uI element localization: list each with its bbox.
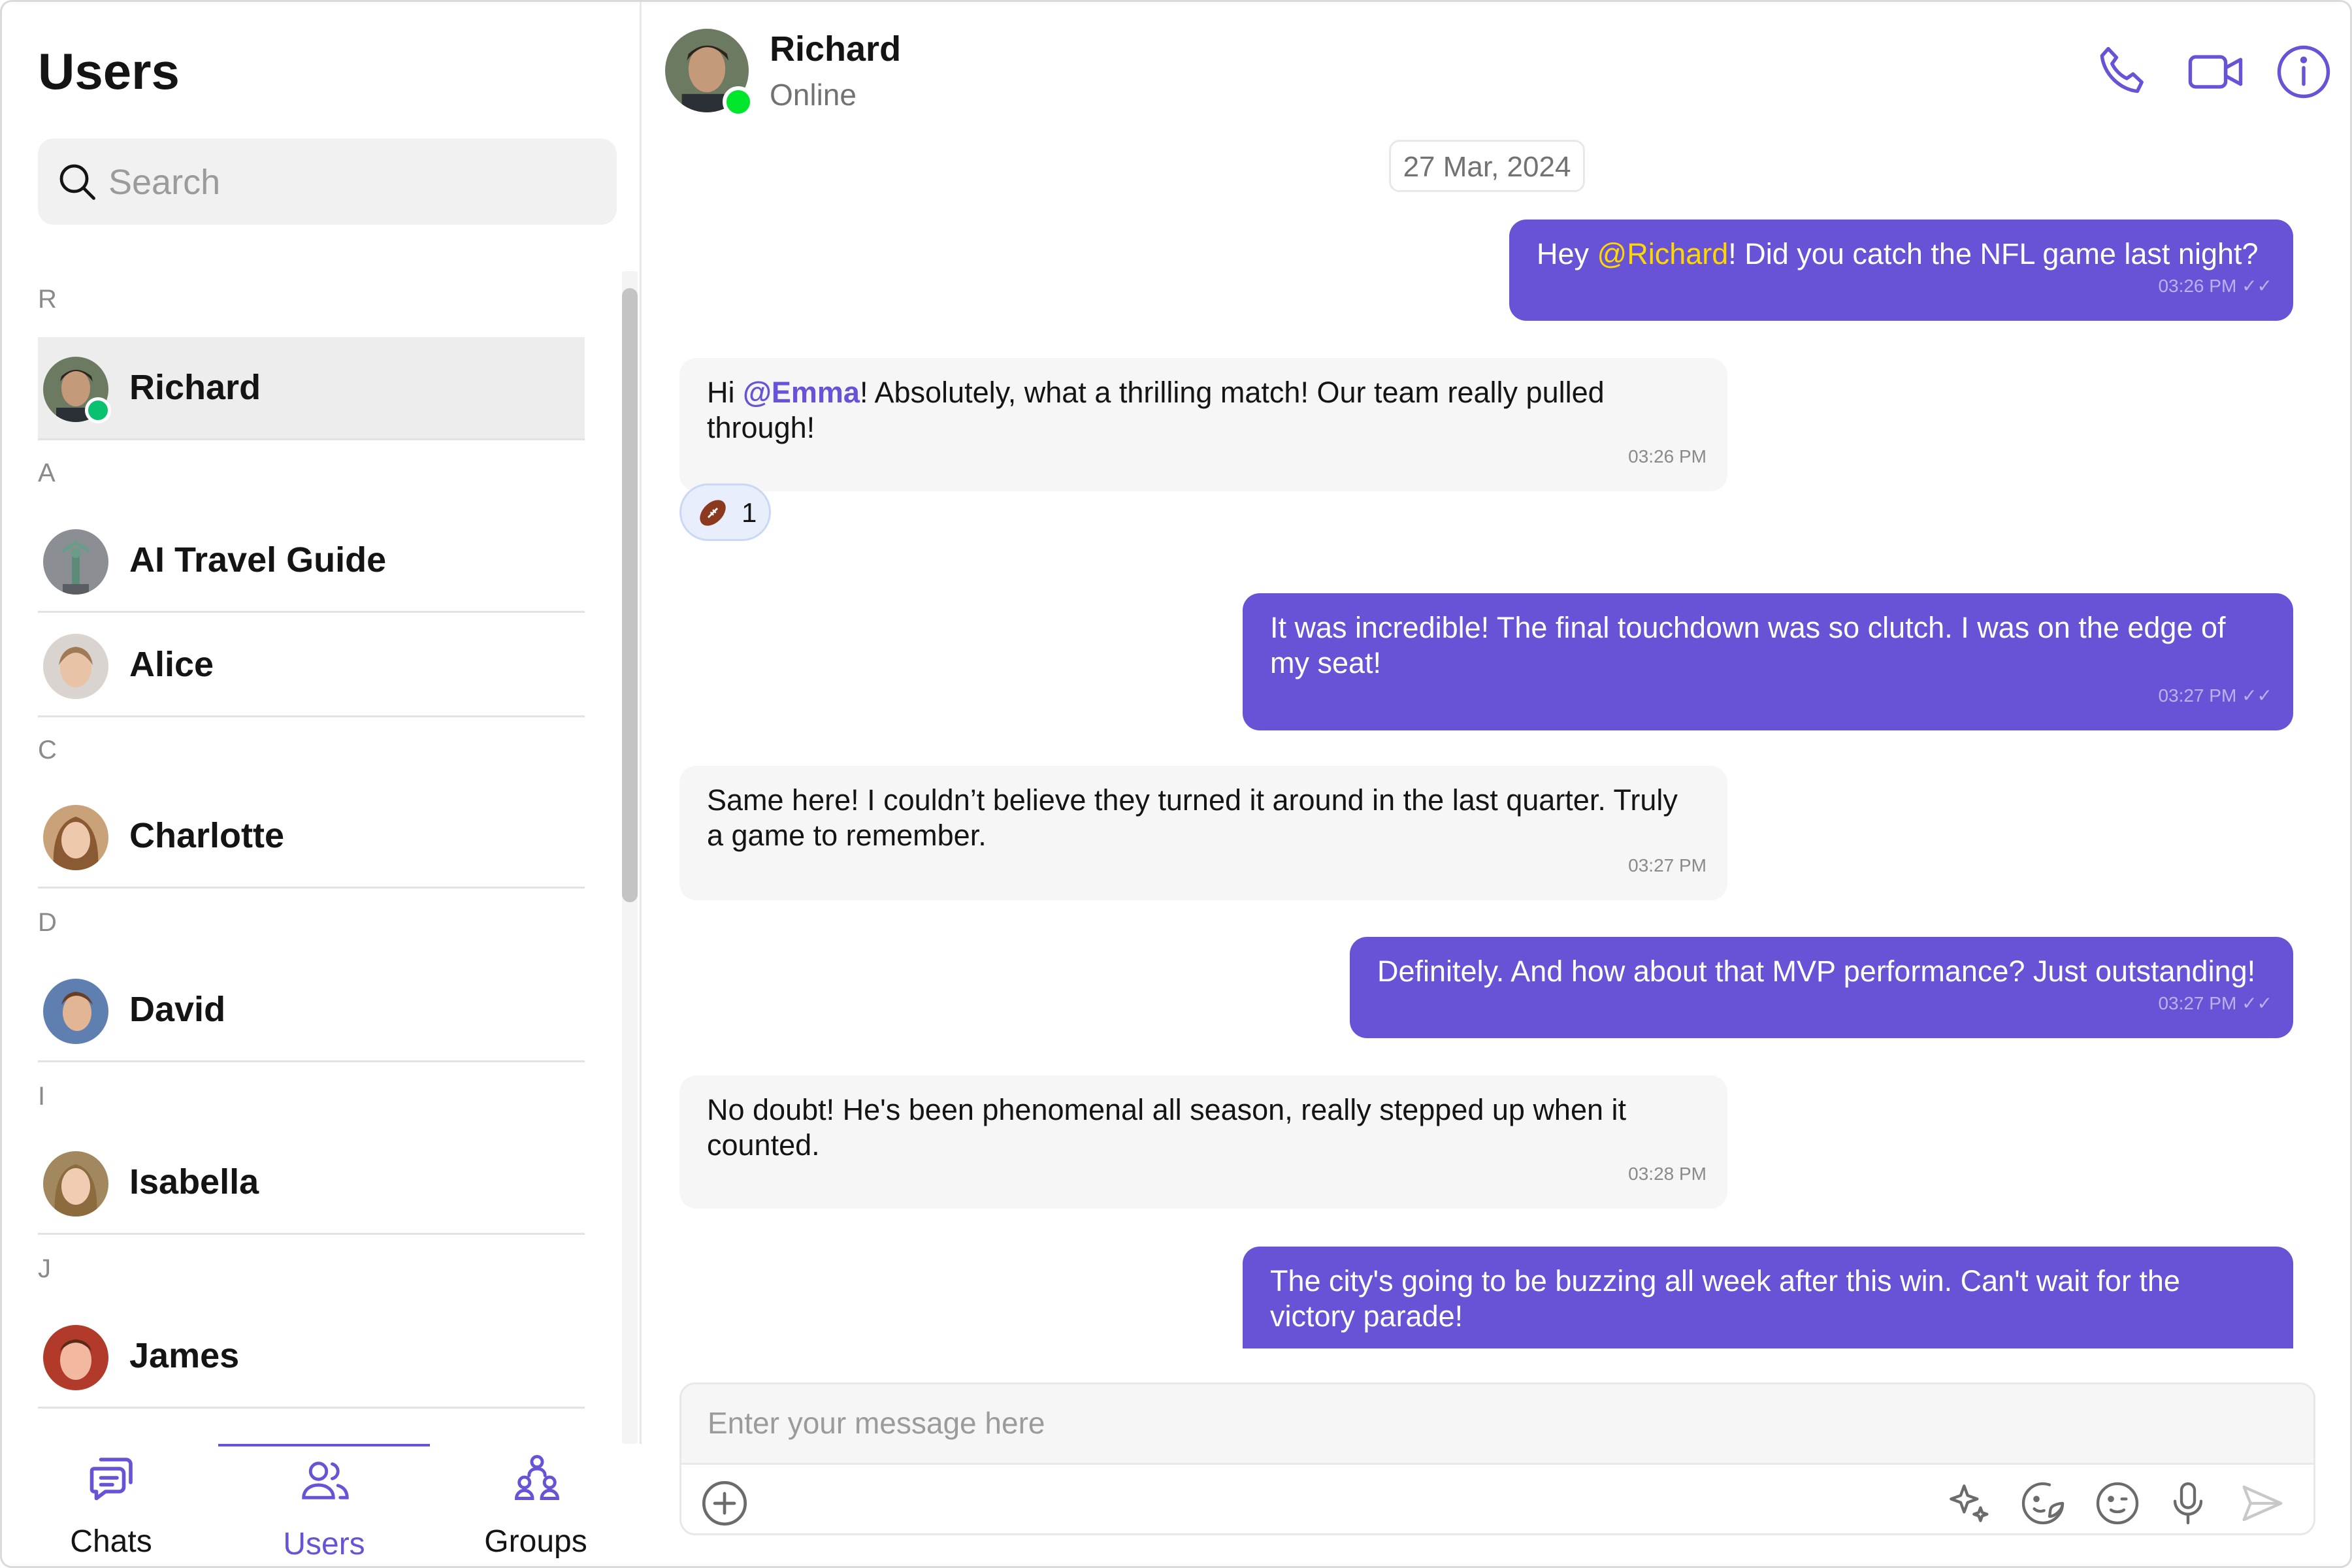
online-indicator — [723, 86, 754, 118]
avatar — [43, 979, 108, 1044]
search-placeholder: Search — [108, 163, 221, 202]
header-user-name: Richard — [770, 29, 902, 69]
user-name: David — [129, 990, 226, 1029]
reaction-chip[interactable]: 1 — [679, 483, 771, 541]
message-meta: 03:26 PM ✓✓ — [2158, 269, 2272, 304]
nav-chats[interactable]: Chats — [5, 1444, 217, 1568]
send-icon[interactable] — [2236, 1477, 2289, 1529]
bottom-navigation: Chats Users Groups — [0, 1444, 642, 1568]
avatar — [43, 634, 108, 699]
message-text: Hi — [707, 376, 743, 409]
user-name: James — [129, 1336, 240, 1375]
chat-app: Users Search R Richard A AI Travel Guide… — [0, 0, 2352, 1568]
message-bubble-outgoing[interactable]: Hey @Richard! Did you catch the NFL game… — [1509, 220, 2293, 321]
user-name: Isabella — [129, 1162, 259, 1201]
section-header-d: D — [38, 908, 57, 937]
sidebar-scrollbar[interactable] — [622, 271, 638, 1444]
message-time: 03:27 PM — [2158, 685, 2237, 706]
section-header-r: R — [38, 285, 57, 314]
microphone-icon[interactable] — [2162, 1477, 2214, 1529]
avatar — [43, 1151, 108, 1217]
message-meta: 03:27 PM ✓✓ — [2158, 678, 2272, 713]
add-icon[interactable] — [698, 1477, 751, 1529]
message-text: Hey — [1537, 237, 1597, 270]
nav-label: Chats — [70, 1524, 152, 1559]
users-icon — [302, 1462, 349, 1499]
ai-sparkle-icon[interactable] — [1942, 1477, 1995, 1529]
avatar — [43, 529, 108, 595]
message-input[interactable]: Enter your message here — [681, 1384, 2313, 1465]
user-item-partial[interactable] — [38, 1432, 585, 1444]
message-text: No doubt! He's been phenomenal all seaso… — [707, 1093, 1627, 1162]
message-text: Definitely. And how about that MVP perfo… — [1377, 955, 2256, 988]
conversation-panel: Richard Online 27 Mar, 2024 Hey @Richard… — [642, 0, 2352, 1568]
search-input[interactable]: Search — [38, 139, 617, 225]
user-item-isabella[interactable]: Isabella — [38, 1132, 585, 1235]
nav-groups[interactable]: Groups — [430, 1444, 642, 1568]
search-icon — [59, 164, 95, 200]
user-name: Alice — [129, 645, 214, 684]
message-time: 03:26 PM — [2158, 276, 2237, 296]
user-item-charlotte[interactable]: Charlotte — [38, 785, 585, 889]
mention[interactable]: @Richard — [1597, 237, 1729, 270]
message-text: Same here! I couldn’t believe they turne… — [707, 783, 1678, 852]
sticker-icon[interactable] — [2017, 1477, 2069, 1529]
message-placeholder: Enter your message here — [708, 1406, 1045, 1440]
date-separator: 27 Mar, 2024 — [1389, 140, 1585, 192]
nav-users[interactable]: Users — [218, 1444, 430, 1568]
message-time: 03:28 PM — [1628, 1164, 1707, 1184]
message-time: 03:26 PM — [1628, 446, 1707, 466]
user-item-david[interactable]: David — [38, 959, 585, 1062]
message-bubble-incoming[interactable]: Same here! I couldn’t believe they turne… — [679, 766, 1727, 900]
user-name: Charlotte — [129, 816, 285, 855]
phone-icon[interactable] — [2093, 39, 2159, 105]
read-receipt-icon: ✓✓ — [2242, 276, 2272, 296]
user-name: Richard — [129, 368, 261, 407]
video-icon[interactable] — [2183, 39, 2249, 105]
read-receipt-icon: ✓✓ — [2242, 685, 2272, 706]
groups-icon — [515, 1455, 559, 1500]
online-indicator — [85, 397, 111, 423]
user-item-alice[interactable]: Alice — [38, 614, 585, 717]
users-list: R Richard A AI Travel Guide Alice C Char… — [0, 268, 614, 1444]
read-receipt-icon: ✓✓ — [2242, 993, 2272, 1013]
nav-label: Users — [283, 1527, 365, 1561]
sidebar-title: Users — [38, 42, 180, 100]
message-time: 03:27 PM — [1628, 855, 1707, 875]
user-item-james[interactable]: James — [38, 1305, 585, 1409]
message-time: 03:27 PM — [2158, 993, 2237, 1013]
info-icon[interactable] — [2271, 39, 2336, 105]
scrollbar-thumb[interactable] — [622, 288, 638, 902]
message-bubble-outgoing[interactable]: Definitely. And how about that MVP perfo… — [1350, 937, 2293, 1038]
message-bubble-outgoing[interactable]: The city's going to be buzzing all week … — [1243, 1247, 2293, 1348]
user-item-richard[interactable]: Richard — [38, 337, 585, 440]
message-bubble-incoming[interactable]: Hi @Emma! Absolutely, what a thrilling m… — [679, 358, 1727, 491]
message-text: ! Did you catch the NFL game last night? — [1728, 237, 2259, 270]
avatar — [43, 1325, 108, 1390]
emoji-icon[interactable] — [2091, 1477, 2144, 1529]
user-name: AI Travel Guide — [129, 540, 387, 580]
nav-label: Groups — [484, 1524, 587, 1559]
user-item-ai-travel-guide[interactable]: AI Travel Guide — [38, 510, 585, 613]
mention[interactable]: @Emma — [743, 376, 860, 409]
message-text: It was incredible! The final touchdown w… — [1270, 611, 2226, 679]
message-meta: 03:27 PM ✓✓ — [2158, 986, 2272, 1021]
section-header-i: I — [38, 1082, 46, 1111]
section-header-a: A — [38, 459, 56, 487]
section-header-c: C — [38, 736, 57, 764]
chats-icon — [90, 1458, 133, 1501]
message-composer: Enter your message here — [679, 1382, 2315, 1535]
message-text: The city's going to be buzzing all week … — [1270, 1264, 2180, 1333]
header-user-status: Online — [770, 78, 857, 112]
message-bubble-incoming[interactable]: No doubt! He's been phenomenal all seaso… — [679, 1075, 1727, 1209]
avatar — [43, 805, 108, 870]
american-football-icon — [700, 500, 726, 526]
section-header-j: J — [38, 1254, 51, 1283]
message-bubble-outgoing[interactable]: It was incredible! The final touchdown w… — [1243, 593, 2293, 730]
users-sidebar: Users Search R Richard A AI Travel Guide… — [0, 0, 642, 1568]
reaction-count: 1 — [742, 497, 757, 528]
